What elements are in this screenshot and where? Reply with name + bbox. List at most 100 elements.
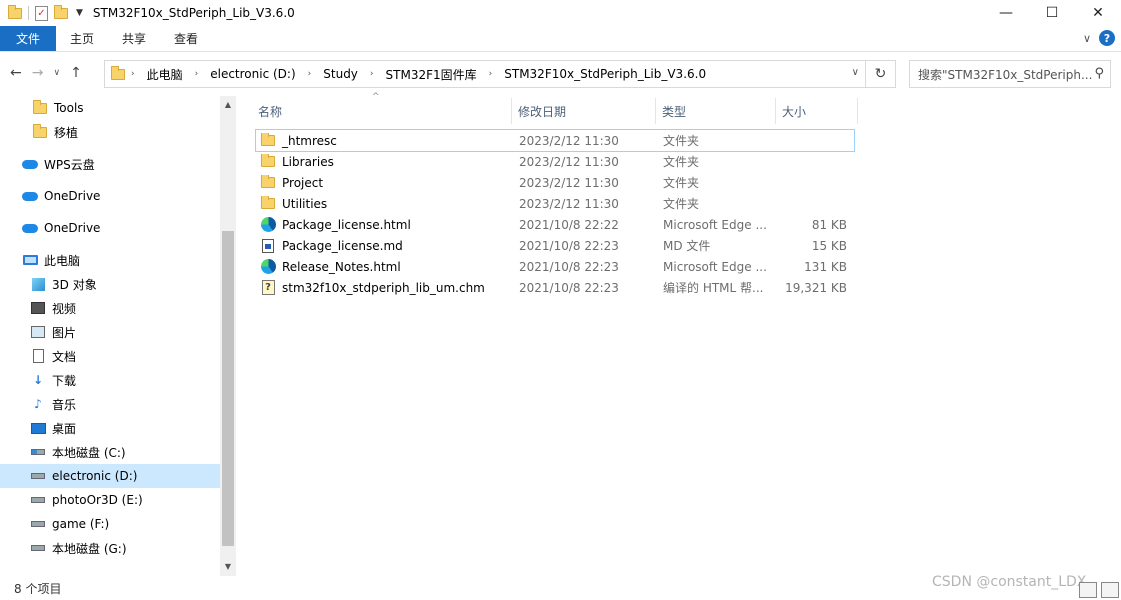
sidebar-item-label: 下载: [52, 373, 77, 388]
tab-view[interactable]: 查看: [160, 26, 212, 51]
folder-icon: [260, 174, 276, 191]
tab-file[interactable]: 文件: [0, 26, 56, 51]
sidebar-item-videos[interactable]: 视频: [30, 296, 76, 320]
sidebar-item-desktop[interactable]: 桌面: [30, 416, 76, 440]
column-header-date[interactable]: 修改日期: [512, 98, 656, 124]
maximize-button[interactable]: ☐: [1029, 0, 1075, 26]
large-icons-view-icon[interactable]: [1101, 582, 1119, 598]
ribbon-right: ∨ ?: [1083, 30, 1115, 46]
sidebar-scrollbar[interactable]: ▲ ▼: [220, 96, 236, 576]
new-folder-icon[interactable]: [54, 4, 68, 19]
table-row[interactable]: Project 2023/2/12 11:30 文件夹: [256, 172, 854, 193]
sidebar-item-downloads[interactable]: ↓ 下载: [30, 368, 76, 392]
tab-share[interactable]: 共享: [108, 26, 160, 51]
back-icon[interactable]: ←: [10, 65, 22, 81]
watermark: CSDN @constant_LDX: [932, 574, 1087, 590]
sidebar-item-drive-d[interactable]: electronic (D:): [0, 464, 220, 488]
chevron-right-icon[interactable]: ›: [131, 69, 135, 79]
address-bar[interactable]: › 此电脑 › electronic (D:) › Study › STM32F…: [104, 60, 866, 88]
sidebar-item-onedrive-2[interactable]: OneDrive: [22, 216, 100, 240]
sidebar-item-label: electronic (D:): [52, 469, 138, 483]
sidebar-item-label: 本地磁盘 (G:): [52, 541, 127, 556]
folder-icon: [111, 65, 125, 80]
details-view-icon[interactable]: [1079, 582, 1097, 598]
drive-icon: [30, 517, 46, 531]
sidebar-item-drive-g[interactable]: 本地磁盘 (G:): [30, 536, 127, 560]
recent-locations-icon[interactable]: ∨: [53, 68, 60, 78]
sidebar-item-music[interactable]: ♪ 音乐: [30, 392, 76, 416]
tab-home[interactable]: 主页: [56, 26, 108, 51]
sidebar-item-documents[interactable]: 文档: [30, 344, 76, 368]
search-input[interactable]: 搜索"STM32F10x_StdPeriph... ⚲: [909, 60, 1111, 88]
close-button[interactable]: ✕: [1075, 0, 1121, 26]
chevron-right-icon[interactable]: ›: [489, 69, 493, 79]
navigation-buttons: ← → ∨ ↑: [10, 65, 82, 81]
sidebar-item-tools[interactable]: Tools: [32, 96, 84, 120]
sidebar-item-this-pc[interactable]: 此电脑: [22, 248, 80, 272]
properties-icon[interactable]: ✓: [35, 5, 48, 21]
chevron-right-icon[interactable]: ›: [195, 69, 199, 79]
scroll-up-icon[interactable]: ▲: [220, 100, 236, 109]
system-drive-icon: [30, 445, 46, 459]
chevron-right-icon[interactable]: ›: [308, 69, 312, 79]
sidebar-item-drive-f[interactable]: game (F:): [30, 512, 109, 536]
file-date: 2023/2/12 11:30: [519, 196, 619, 211]
column-header-type[interactable]: 类型: [656, 98, 776, 124]
sidebar-item-yizhi[interactable]: 移植: [32, 120, 78, 144]
folder-icon[interactable]: [8, 4, 22, 19]
sidebar-item-drive-c[interactable]: 本地磁盘 (C:): [30, 440, 126, 464]
table-row[interactable]: _htmresc 2023/2/12 11:30 文件夹: [255, 129, 855, 152]
cloud-icon: [22, 157, 38, 171]
breadcrumb-this-pc[interactable]: 此电脑: [147, 66, 183, 83]
sidebar-item-label: photoOr3D (E:): [52, 493, 143, 507]
file-date: 2023/2/12 11:30: [519, 133, 619, 148]
refresh-button[interactable]: ↻: [866, 60, 896, 88]
toolbar-divider: [28, 6, 29, 20]
sidebar-item-label: OneDrive: [44, 189, 101, 203]
document-icon: [30, 349, 46, 363]
sidebar-item-label: 视频: [52, 301, 77, 316]
sidebar-item-onedrive-1[interactable]: OneDrive: [22, 184, 100, 208]
table-row[interactable]: Release_Notes.html 2021/10/8 22:23 Micro…: [256, 256, 854, 277]
sidebar-item-drive-e[interactable]: photoOr3D (E:): [30, 488, 143, 512]
table-row[interactable]: Package_license.md 2021/10/8 22:23 MD 文件…: [256, 235, 854, 256]
breadcrumb-study[interactable]: Study: [323, 67, 358, 81]
minimize-button[interactable]: —: [983, 0, 1029, 26]
window-title: STM32F10x_StdPeriph_Lib_V3.6.0: [92, 6, 295, 20]
chevron-right-icon[interactable]: ›: [370, 69, 374, 79]
sidebar-item-label: game (F:): [52, 517, 110, 531]
chevron-down-icon[interactable]: ∨: [852, 67, 859, 78]
sidebar-item-wps-cloud[interactable]: WPS云盘: [22, 152, 95, 176]
expand-ribbon-icon[interactable]: ∨: [1083, 32, 1091, 45]
edge-icon: [260, 259, 276, 275]
breadcrumb-current-folder[interactable]: STM32F10x_StdPeriph_Lib_V3.6.0: [504, 67, 706, 81]
breadcrumb-stm32-lib[interactable]: STM32F1固件库: [386, 66, 477, 83]
column-header-name[interactable]: ^ 名称: [252, 92, 512, 124]
column-header-label: 大小: [782, 104, 807, 119]
scrollbar-thumb[interactable]: [222, 231, 234, 546]
file-name: _htmresc: [282, 133, 337, 148]
table-row[interactable]: Package_license.html 2021/10/8 22:22 Mic…: [256, 214, 854, 235]
customize-toolbar-dropdown-icon[interactable]: ▼: [76, 8, 83, 18]
forward-icon[interactable]: →: [32, 65, 44, 81]
table-row[interactable]: Libraries 2023/2/12 11:30 文件夹: [256, 151, 854, 172]
drive-icon: [30, 469, 46, 483]
table-row[interactable]: ? stm32f10x_stdperiph_lib_um.chm 2021/10/…: [256, 277, 854, 298]
sidebar-item-label: OneDrive: [44, 221, 101, 235]
picture-icon: [30, 325, 46, 339]
sidebar-item-pictures[interactable]: 图片: [30, 320, 76, 344]
up-icon[interactable]: ↑: [70, 65, 82, 81]
help-icon[interactable]: ?: [1099, 30, 1115, 46]
file-date: 2021/10/8 22:23: [519, 238, 619, 253]
scroll-down-icon[interactable]: ▼: [220, 562, 236, 571]
table-row[interactable]: Utilities 2023/2/12 11:30 文件夹: [256, 193, 854, 214]
file-name: Release_Notes.html: [282, 259, 401, 274]
file-type: Microsoft Edge ...: [663, 259, 767, 274]
sidebar-item-label: Tools: [54, 101, 84, 115]
breadcrumb-drive[interactable]: electronic (D:): [210, 67, 295, 81]
file-date: 2021/10/8 22:23: [519, 280, 619, 295]
sidebar-item-label: 此电脑: [44, 253, 81, 268]
sidebar-item-3d-objects[interactable]: 3D 对象: [30, 272, 97, 296]
column-header-size[interactable]: 大小: [776, 98, 858, 124]
sidebar-item-label: 本地磁盘 (C:): [52, 445, 126, 460]
